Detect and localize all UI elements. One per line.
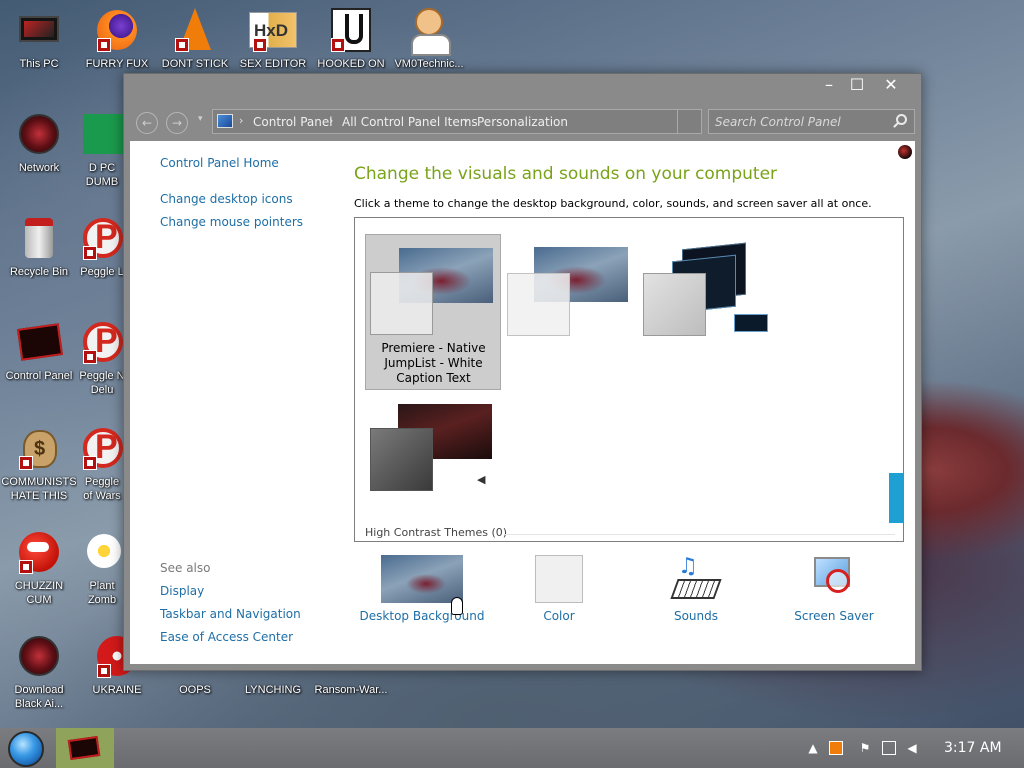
search-icon[interactable] xyxy=(896,114,907,125)
theme-color-preview xyxy=(643,273,706,336)
page-subtitle: Click a theme to change the desktop back… xyxy=(354,197,872,210)
change-mouse-pointers-link[interactable]: Change mouse pointers xyxy=(160,215,303,229)
screen-saver-icon xyxy=(810,555,858,603)
desktop-icon-vm0technic[interactable]: VM0Technic... xyxy=(391,6,467,71)
control-panel-home-link[interactable]: Control Panel Home xyxy=(160,156,279,170)
desktop-icon-hooked-on[interactable]: HOOKED ON xyxy=(313,6,389,71)
change-desktop-icons-link[interactable]: Change desktop icons xyxy=(160,192,293,206)
desktop-icon-dont-stick[interactable]: DONT STICK xyxy=(157,6,233,71)
network-icon[interactable] xyxy=(882,741,896,755)
theme-screensaver-preview xyxy=(734,314,768,332)
desktop-icon-chuzzin[interactable]: CHUZZIN CUM xyxy=(1,528,77,607)
breadcrumb-separator: › xyxy=(329,114,334,127)
breadcrumb-separator: › xyxy=(464,114,469,127)
volume-icon[interactable]: ◀ xyxy=(905,741,919,755)
screen-saver-button[interactable]: Screen Saver xyxy=(764,555,904,623)
control-panel-icon xyxy=(15,318,64,366)
taskbar: ▲ ⚑ ◀ 3:17 AM xyxy=(0,728,1024,768)
desktop-icon-plant-zomb[interactable]: Plant Zomb xyxy=(79,528,125,607)
taskbar-button-control-panel[interactable] xyxy=(56,728,114,768)
start-button[interactable] xyxy=(8,731,44,767)
speaker-icon: ◀ xyxy=(477,473,486,486)
control-panel-icon xyxy=(67,736,101,760)
refresh-button[interactable] xyxy=(677,110,701,133)
doctor-icon xyxy=(405,6,453,56)
desktop-icon-peggle-deluxe[interactable]: Peggle N Delu xyxy=(79,318,125,397)
network-orb-icon xyxy=(15,110,63,158)
back-button[interactable]: ← xyxy=(136,112,158,134)
control-panel-icon xyxy=(217,114,233,128)
theme-list-scrollbar[interactable] xyxy=(889,473,903,523)
search-input[interactable] xyxy=(715,113,885,130)
firefox-icon xyxy=(93,6,141,54)
download-orb-icon xyxy=(15,632,63,680)
theme-item-selected[interactable]: Premiere - Native JumpList - White Capti… xyxy=(365,234,501,390)
sounds-button[interactable]: ♫ Sounds xyxy=(626,555,766,623)
peggle-icon xyxy=(79,424,125,472)
address-bar[interactable]: › Control Panel › All Control Panel Item… xyxy=(212,109,702,134)
desktop-icon-this-pc[interactable]: This PC xyxy=(1,6,77,71)
sounds-icon: ♫ xyxy=(670,555,722,603)
flag-icon[interactable]: ⚑ xyxy=(858,741,872,755)
ease-of-access-link[interactable]: Ease of Access Center xyxy=(160,630,293,644)
content-pane: Control Panel Home Change desktop icons … xyxy=(130,141,915,664)
theme-color-preview xyxy=(507,273,570,336)
taskbar-navigation-link[interactable]: Taskbar and Navigation xyxy=(160,607,301,621)
color-swatch-icon xyxy=(535,555,583,603)
recent-locations-dropdown[interactable]: ▾ xyxy=(198,114,203,124)
clock[interactable]: 3:17 AM xyxy=(944,740,1002,756)
theme-item[interactable]: ◀ xyxy=(365,394,501,504)
theme-item[interactable] xyxy=(637,234,773,390)
theme-item[interactable] xyxy=(501,234,637,390)
maximize-button[interactable]: ☐ xyxy=(840,74,874,96)
desktop-icon-network[interactable]: Network xyxy=(1,110,77,175)
recycle-bin-icon xyxy=(15,214,63,262)
desktop-background-button[interactable]: Desktop Background xyxy=(352,555,492,623)
desktop-icon-recycle-bin[interactable]: Recycle Bin xyxy=(1,214,77,279)
desktop-icon-peggle-wars[interactable]: Peggle of Wars xyxy=(79,424,125,503)
hand-cursor-icon xyxy=(451,597,463,615)
breadcrumb-all-items[interactable]: All Control Panel Items xyxy=(342,115,478,129)
search-box[interactable] xyxy=(708,109,915,134)
peggle-icon xyxy=(79,214,125,262)
navigation-bar: ← → ▾ › Control Panel › All Control Pane… xyxy=(124,104,921,140)
theme-color-preview xyxy=(370,428,433,491)
peggle-icon xyxy=(79,318,125,366)
desktop-background-icon xyxy=(381,555,463,603)
this-pc-icon xyxy=(15,6,63,54)
money-bag-icon xyxy=(15,424,63,472)
desktop-icon-control-panel[interactable]: Control Panel xyxy=(1,318,77,383)
theme-color-preview xyxy=(370,272,433,335)
personalization-window: – ☐ ✕ ← → ▾ › Control Panel › All Contro… xyxy=(123,73,922,671)
vlc-cone-icon xyxy=(171,6,219,54)
hxd-icon xyxy=(249,6,297,54)
desktop-icon-communists[interactable]: COMMUNISTS HATE THIS G... xyxy=(1,424,77,503)
hook-icon xyxy=(327,6,375,54)
desktop-icon-d-pc-dumb[interactable]: D PC DUMB xyxy=(79,110,125,189)
divider xyxy=(505,534,895,535)
flower-icon xyxy=(79,528,125,576)
title-bar[interactable]: – ☐ ✕ xyxy=(124,74,921,104)
notification-icon[interactable] xyxy=(829,741,843,755)
desktop-icon-peggle-l[interactable]: Peggle L xyxy=(79,214,125,279)
see-also-heading: See also xyxy=(160,561,211,575)
display-link[interactable]: Display xyxy=(160,584,204,598)
user-avatar xyxy=(898,145,912,159)
desktop-icon-download-black[interactable]: Download Black Ai... xyxy=(1,632,77,711)
forward-button[interactable]: → xyxy=(166,112,188,134)
page-title: Change the visuals and sounds on your co… xyxy=(354,164,778,184)
desktop-icon-furry-fux[interactable]: FURRY FUX xyxy=(79,6,155,71)
green-app-icon xyxy=(79,110,125,158)
breadcrumb-personalization[interactable]: Personalization xyxy=(477,115,568,129)
breadcrumb-separator: › xyxy=(239,114,244,127)
chuzzle-icon xyxy=(15,528,63,576)
desktop-icon-sex-editor[interactable]: SEX EDITOR xyxy=(235,6,311,71)
high-contrast-themes-label: High Contrast Themes (0) xyxy=(365,526,508,539)
chevron-up-icon[interactable]: ▲ xyxy=(806,741,820,755)
color-button[interactable]: Color xyxy=(489,555,629,623)
theme-list: Premiere - Native JumpList - White Capti… xyxy=(354,217,904,542)
breadcrumb-control-panel[interactable]: Control Panel xyxy=(253,115,333,129)
close-button[interactable]: ✕ xyxy=(874,74,908,96)
theme-name: Premiere - Native JumpList - White Capti… xyxy=(381,341,486,385)
